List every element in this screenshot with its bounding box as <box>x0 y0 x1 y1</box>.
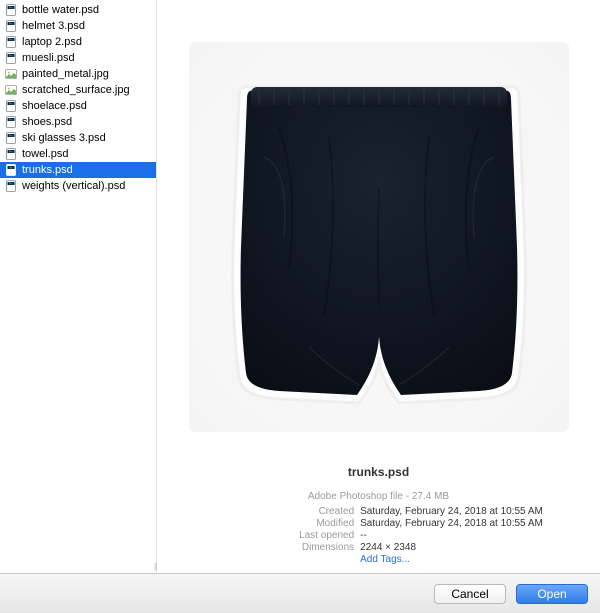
file-item-label: shoes.psd <box>22 116 72 128</box>
svg-text:Ps: Ps <box>9 150 13 154</box>
meta-value-modified: Saturday, February 24, 2018 at 10:55 AM <box>360 518 543 529</box>
svg-text:Ps: Ps <box>9 118 13 122</box>
psd-file-icon: Ps <box>4 99 18 113</box>
file-item[interactable]: Ps helmet 3.psd <box>0 18 156 34</box>
psd-file-icon: Ps <box>4 35 18 49</box>
svg-text:Ps: Ps <box>9 54 13 58</box>
preview-thumbnail <box>219 67 539 407</box>
preview-image-wrap <box>175 18 582 455</box>
preview-kind-size: Adobe Photoshop file - 27.4 MB <box>175 491 582 502</box>
file-item-label: trunks.psd <box>22 164 73 176</box>
file-item-label: laptop 2.psd <box>22 36 82 48</box>
psd-file-icon: Ps <box>4 131 18 145</box>
file-item[interactable]: Ps laptop 2.psd <box>0 34 156 50</box>
add-tags-link[interactable]: Add Tags... <box>360 554 543 565</box>
svg-text:Ps: Ps <box>9 22 13 26</box>
preview-pane: trunks.psd Adobe Photoshop file - 27.4 M… <box>157 0 600 573</box>
cancel-button[interactable]: Cancel <box>434 584 506 604</box>
file-item[interactable]: painted_metal.jpg <box>0 66 156 82</box>
psd-file-icon: Ps <box>4 115 18 129</box>
preview-metadata: trunks.psd Adobe Photoshop file - 27.4 M… <box>175 465 582 565</box>
file-item-label: towel.psd <box>22 148 68 160</box>
file-item-label: muesli.psd <box>22 52 75 64</box>
meta-label-created: Created <box>214 506 354 517</box>
file-item-label: ski glasses 3.psd <box>22 132 106 144</box>
file-item[interactable]: Ps trunks.psd <box>0 162 156 178</box>
preview-filename: trunks.psd <box>175 465 582 479</box>
svg-text:Ps: Ps <box>9 134 13 138</box>
svg-text:Ps: Ps <box>9 102 13 106</box>
psd-file-icon: Ps <box>4 163 18 177</box>
preview-meta-grid: Created Saturday, February 24, 2018 at 1… <box>175 506 582 565</box>
meta-label-modified: Modified <box>214 518 354 529</box>
psd-file-icon: Ps <box>4 51 18 65</box>
column-resize-handle[interactable]: || <box>154 562 156 571</box>
image-file-icon <box>4 83 18 97</box>
cancel-button-label: Cancel <box>451 587 488 601</box>
image-file-icon <box>4 67 18 81</box>
file-item[interactable]: Ps weights (vertical).psd <box>0 178 156 194</box>
file-item[interactable]: scratched_surface.jpg <box>0 82 156 98</box>
file-item[interactable]: Ps bottle water.psd <box>0 2 156 18</box>
psd-file-icon: Ps <box>4 147 18 161</box>
file-item-label: weights (vertical).psd <box>22 180 125 192</box>
file-item-label: shoelace.psd <box>22 100 87 112</box>
svg-text:Ps: Ps <box>9 166 13 170</box>
file-item[interactable]: Ps towel.psd <box>0 146 156 162</box>
file-item[interactable]: Ps shoelace.psd <box>0 98 156 114</box>
svg-text:Ps: Ps <box>9 182 13 186</box>
meta-value-dimensions: 2244 × 2348 <box>360 542 543 553</box>
psd-file-icon: Ps <box>4 3 18 17</box>
file-item-label: helmet 3.psd <box>22 20 85 32</box>
meta-label-last-opened: Last opened <box>214 530 354 541</box>
svg-text:Ps: Ps <box>9 38 13 42</box>
psd-file-icon: Ps <box>4 19 18 33</box>
dialog-body: Ps bottle water.psd Ps helmet 3.psd Ps laptop… <box>0 0 600 573</box>
file-item[interactable]: Ps ski glasses 3.psd <box>0 130 156 146</box>
meta-value-created: Saturday, February 24, 2018 at 10:55 AM <box>360 506 543 517</box>
file-item[interactable]: Ps muesli.psd <box>0 50 156 66</box>
open-button[interactable]: Open <box>516 584 588 604</box>
file-list-column[interactable]: Ps bottle water.psd Ps helmet 3.psd Ps laptop… <box>0 0 157 573</box>
file-item[interactable]: Ps shoes.psd <box>0 114 156 130</box>
meta-label-dimensions: Dimensions <box>214 542 354 553</box>
file-item-label: scratched_surface.jpg <box>22 84 130 96</box>
file-item-label: painted_metal.jpg <box>22 68 109 80</box>
file-item-label: bottle water.psd <box>22 4 99 16</box>
meta-value-last-opened: -- <box>360 530 543 541</box>
svg-text:Ps: Ps <box>9 6 13 10</box>
preview-image <box>189 42 569 432</box>
open-button-label: Open <box>537 587 566 601</box>
psd-file-icon: Ps <box>4 179 18 193</box>
dialog-footer: Cancel Open <box>0 573 600 613</box>
